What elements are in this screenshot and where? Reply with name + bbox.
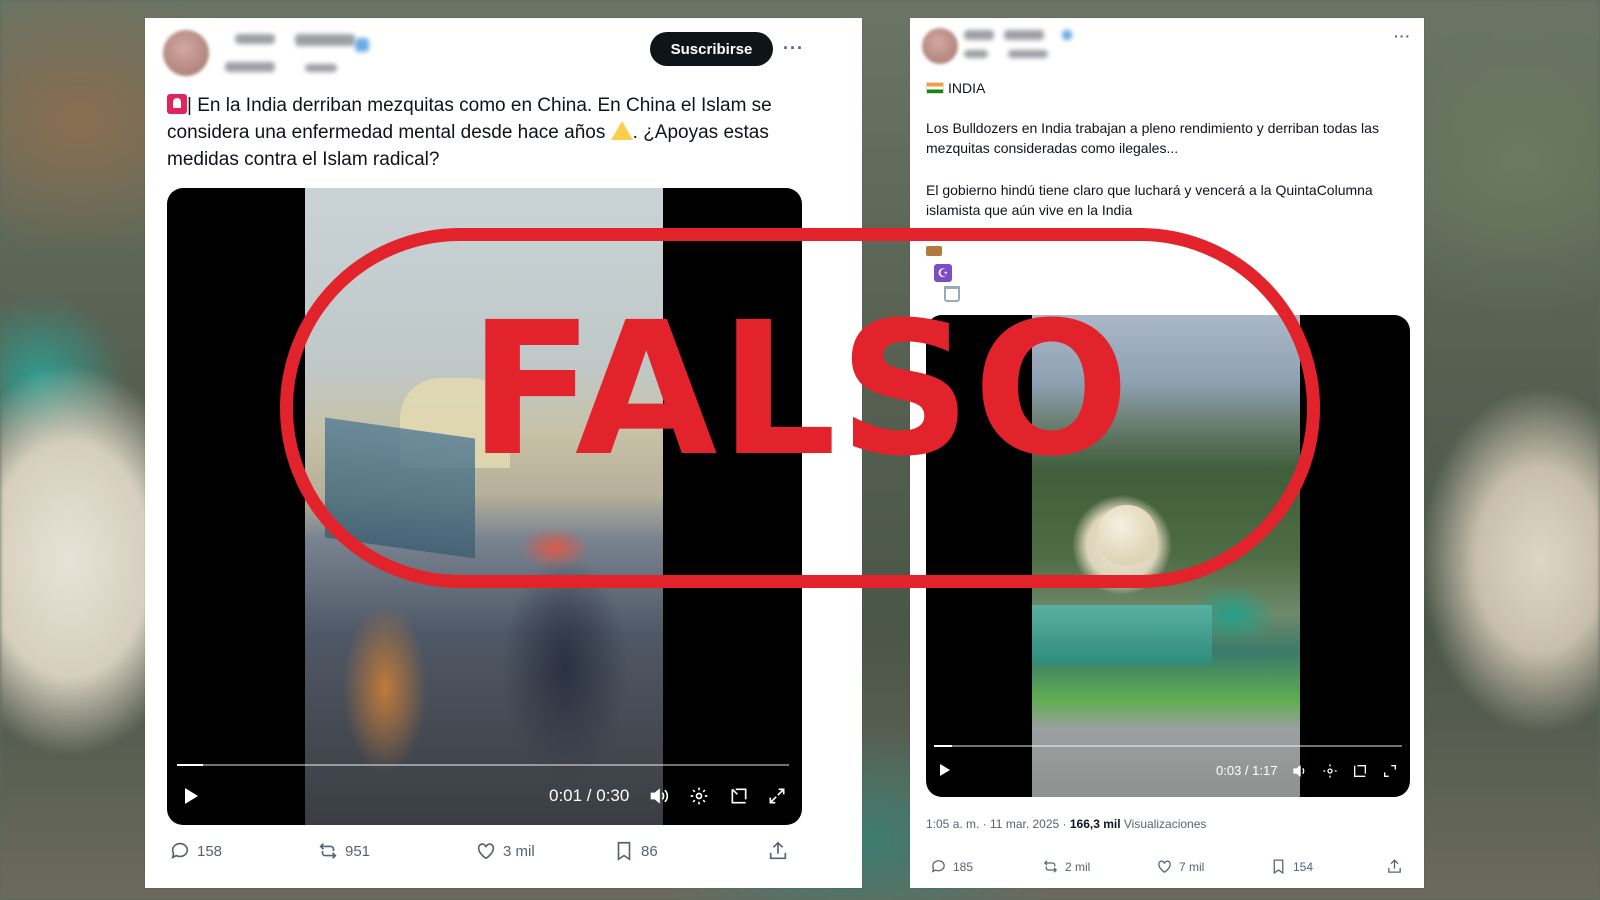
avatar[interactable] [922, 28, 958, 64]
post-meta: 1:05 a. m. · 11 mar. 2025 · 166,3 mil Vi… [926, 817, 1206, 831]
video-time: 0:03 / 1:17 [1216, 763, 1278, 778]
redacted-handle [1008, 50, 1048, 58]
warning-emoji-icon [610, 121, 633, 140]
video-progress-fill [934, 745, 953, 747]
bookmark-count: 154 [1293, 859, 1314, 874]
more-options-icon[interactable]: ··· [1394, 28, 1411, 44]
like-button[interactable]: 3 mil [475, 840, 535, 862]
reply-count: 185 [953, 859, 974, 874]
video-progress-bar[interactable] [934, 745, 1402, 747]
redacted-handle [305, 64, 337, 72]
video-frame [305, 188, 663, 825]
view-count: 166,3 mil [1069, 817, 1121, 831]
volume-icon[interactable] [649, 786, 669, 806]
reply-icon [171, 842, 189, 859]
views-label: Visualizaciones [1120, 817, 1207, 831]
share-button[interactable] [767, 840, 789, 862]
share-icon [769, 841, 787, 860]
like-button[interactable]: 7 mil [1156, 858, 1204, 875]
wastebasket-emoji-icon [944, 286, 960, 302]
settings-gear-icon[interactable] [1322, 763, 1338, 779]
country-line: INDIA [926, 78, 1406, 98]
reply-button[interactable]: 158 [169, 840, 222, 862]
fullscreen-icon[interactable] [1382, 763, 1398, 779]
repost-icon [1043, 860, 1058, 873]
settings-gear-icon[interactable] [689, 786, 709, 806]
bookmark-count: 86 [641, 842, 658, 860]
verified-badge-icon [355, 38, 369, 52]
video-frame [1032, 315, 1300, 797]
repost-count: 951 [345, 842, 371, 860]
video-progress-bar[interactable] [177, 764, 789, 766]
crescent-emoji-icon: ☪ [934, 264, 952, 282]
mosque-base [1032, 605, 1212, 665]
redacted-handle [964, 50, 988, 58]
video-time: 0:01 / 0:30 [549, 786, 630, 805]
picture-in-picture-icon[interactable] [729, 786, 749, 806]
left-post-card: Suscribirse ··· | En la India derriban m… [145, 18, 862, 888]
share-icon [1388, 859, 1401, 873]
heart-icon [1158, 860, 1171, 873]
bookmark-icon [1273, 859, 1284, 875]
tweet-paragraph-2: El gobierno hindú tiene claro que luchar… [926, 182, 1373, 218]
video-player[interactable]: 0:01 / 0:30 [167, 188, 802, 825]
avatar[interactable] [163, 30, 209, 76]
bookmark-icon [617, 841, 631, 861]
play-icon[interactable] [940, 764, 950, 776]
more-options-icon[interactable]: ··· [783, 38, 804, 59]
dump-truck [325, 417, 475, 559]
reply-count: 158 [197, 842, 223, 860]
redacted-username [964, 30, 994, 40]
video-player[interactable]: 0:03 / 1:17 [926, 315, 1410, 797]
redacted-username [295, 34, 355, 46]
mosque-dome [1097, 505, 1157, 565]
repost-button[interactable]: 2 mil [1042, 858, 1090, 875]
tweet-text: | En la India derriban mezquitas como en… [167, 92, 827, 173]
repost-button[interactable]: 951 [317, 840, 370, 862]
reply-icon [931, 860, 945, 873]
verified-badge-icon [1062, 30, 1072, 40]
fullscreen-icon[interactable] [767, 786, 787, 806]
like-count: 3 mil [503, 842, 535, 860]
emoji-icon [926, 246, 942, 256]
right-post-card: ··· INDIA Los Bulldozers en India trabaj… [910, 18, 1424, 888]
subscribe-button[interactable]: Suscribirse [650, 32, 773, 66]
video-progress-fill [177, 764, 204, 766]
share-button[interactable] [1386, 858, 1403, 875]
repost-count: 2 mil [1065, 859, 1091, 874]
redacted-handle [225, 62, 275, 72]
like-count: 7 mil [1179, 859, 1205, 874]
country-label: INDIA [948, 80, 986, 96]
bookmark-button[interactable]: 154 [1270, 858, 1313, 875]
repost-icon [319, 843, 337, 859]
timestamp[interactable]: 1:05 a. m. · 11 mar. 2025 · [926, 817, 1070, 831]
redacted-username [1004, 30, 1044, 40]
tweet-paragraph-1: Los Bulldozers en India trabajan a pleno… [926, 120, 1379, 156]
volume-icon[interactable] [1292, 763, 1308, 779]
play-icon[interactable] [185, 788, 198, 804]
india-flag-icon [926, 82, 944, 94]
reply-button[interactable]: 185 [930, 858, 973, 875]
bookmark-button[interactable]: 86 [613, 840, 658, 862]
redacted-username [235, 34, 275, 44]
picture-in-picture-icon[interactable] [1352, 763, 1368, 779]
siren-emoji-icon [167, 94, 187, 114]
heart-icon [477, 843, 495, 860]
